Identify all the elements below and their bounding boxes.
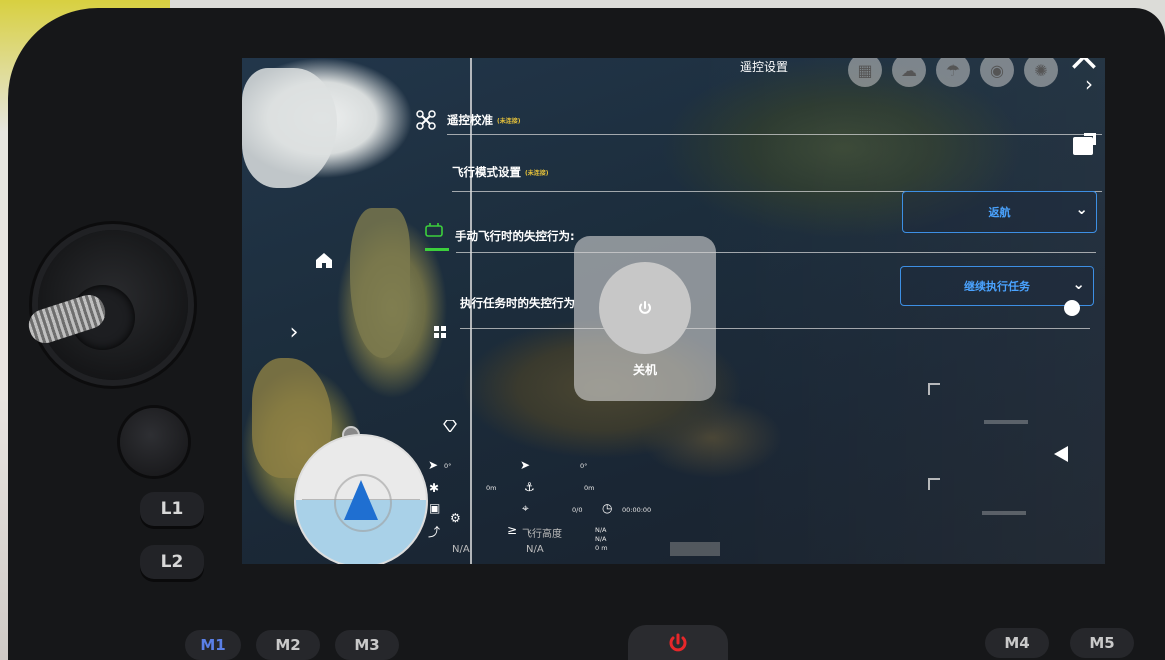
rc-calibration-row[interactable]: 遥控校准 (未连接) [447, 112, 521, 128]
home-icon[interactable] [312, 248, 336, 272]
page-title: 遥控设置 [740, 60, 789, 74]
attitude-compass [294, 434, 428, 564]
latitude-value: N/A [595, 526, 607, 534]
settings-gear-icon[interactable]: ⚙ [450, 511, 461, 525]
navigation-arrow-icon: ➤ [428, 458, 439, 472]
row-divider [456, 252, 1096, 253]
mission-failsafe-select[interactable]: 继续执行任务 ⌄ [900, 266, 1094, 306]
signal-indicator [670, 542, 720, 556]
power-icon [669, 633, 687, 651]
m3-button[interactable]: M3 [335, 630, 399, 660]
mission-failsafe-value: 继续执行任务 [964, 280, 1030, 293]
longitude-value: N/A [595, 535, 607, 543]
power-off-label: 关机 [632, 363, 657, 377]
manual-failsafe-select[interactable]: 返航 ⌄ [902, 191, 1097, 233]
home-heading-icon: ➤ [520, 458, 531, 472]
manual-failsafe-label: 手动飞行时的失控行为: [455, 229, 575, 243]
diamond-icon[interactable] [438, 414, 462, 438]
manual-failsafe-value: 返航 [988, 206, 1011, 219]
map-landmass [350, 208, 410, 358]
focus-corner [928, 478, 940, 490]
power-hardware-button[interactable] [628, 625, 728, 660]
elevation-value: 0 m [595, 544, 608, 552]
grid-icon[interactable] [428, 320, 452, 344]
waypoint-icon: ⌖ [522, 501, 529, 515]
play-triangle-icon[interactable] [1054, 446, 1068, 462]
scroll-knob[interactable] [1064, 300, 1080, 316]
flight-mode-label: 飞行模式设置 [452, 165, 521, 179]
round-hardware-button[interactable] [120, 408, 188, 476]
share-icon[interactable] [1073, 133, 1096, 155]
chevron-down-icon: ⌄ [1072, 275, 1085, 293]
device-screen: › 遥控设置 ▦ ☁ ☂ ◉ ✺ × › 遥控校准(未连接) 飞行模式设置(未连… [242, 58, 1105, 564]
rc-calibration-status: (未连接) [497, 118, 521, 125]
chevron-right-icon[interactable]: › [1085, 72, 1093, 96]
m1-button[interactable]: M1 [185, 630, 241, 660]
rc-calibration-label: 遥控校准 [447, 113, 493, 127]
m5-button[interactable]: M5 [1070, 628, 1134, 658]
m2-button[interactable]: M2 [256, 630, 320, 660]
row-divider [447, 134, 1102, 135]
home-distance-value: 0m [584, 484, 595, 492]
altitude-icon: ⤴ [428, 525, 441, 539]
power-off-button[interactable] [599, 262, 691, 354]
chevron-right-icon[interactable]: › [282, 320, 306, 345]
m4-button[interactable]: M4 [985, 628, 1049, 658]
power-off-dialog: 关机 [574, 236, 716, 401]
flight-mode-status: (未连接) [525, 170, 549, 177]
row-divider [460, 328, 1090, 329]
home-distance-icon: ⚓ [524, 480, 535, 494]
altitude-value: N/A [452, 544, 470, 555]
flight-height-label: 飞行高度 [522, 529, 562, 540]
remote-controller-icon[interactable] [422, 218, 446, 242]
chevron-down-icon: ⌄ [1075, 200, 1088, 218]
flight-height-icon: ≥ [507, 523, 518, 537]
l2-button[interactable]: L2 [140, 545, 204, 579]
heading-value: 0° [444, 462, 452, 470]
camera-icon: ▣ [429, 501, 441, 515]
focus-corner [928, 383, 940, 395]
l1-button[interactable]: L1 [140, 492, 204, 526]
close-icon[interactable]: × [1064, 58, 1104, 77]
drone-icon[interactable] [414, 108, 438, 132]
mission-failsafe-label: 执行任务时的失控行为 [460, 296, 575, 310]
distance-value: 0m [486, 484, 497, 492]
faint-indicator [984, 420, 1028, 424]
faint-indicator [982, 511, 1026, 515]
aircraft-arrow-icon [344, 480, 378, 520]
timer-icon: ◷ [602, 501, 613, 515]
active-tab-indicator [425, 248, 449, 251]
waypoints-value: 0/0 [572, 506, 583, 514]
map-landmass [242, 68, 337, 188]
home-heading-value: 0° [580, 462, 588, 470]
pilot-icon: ✱ [429, 481, 440, 495]
flight-height-value: N/A [526, 544, 544, 555]
flight-mode-row[interactable]: 飞行模式设置 (未连接) [452, 164, 549, 180]
timer-value: 00:00:00 [622, 506, 652, 514]
power-icon [639, 301, 651, 314]
